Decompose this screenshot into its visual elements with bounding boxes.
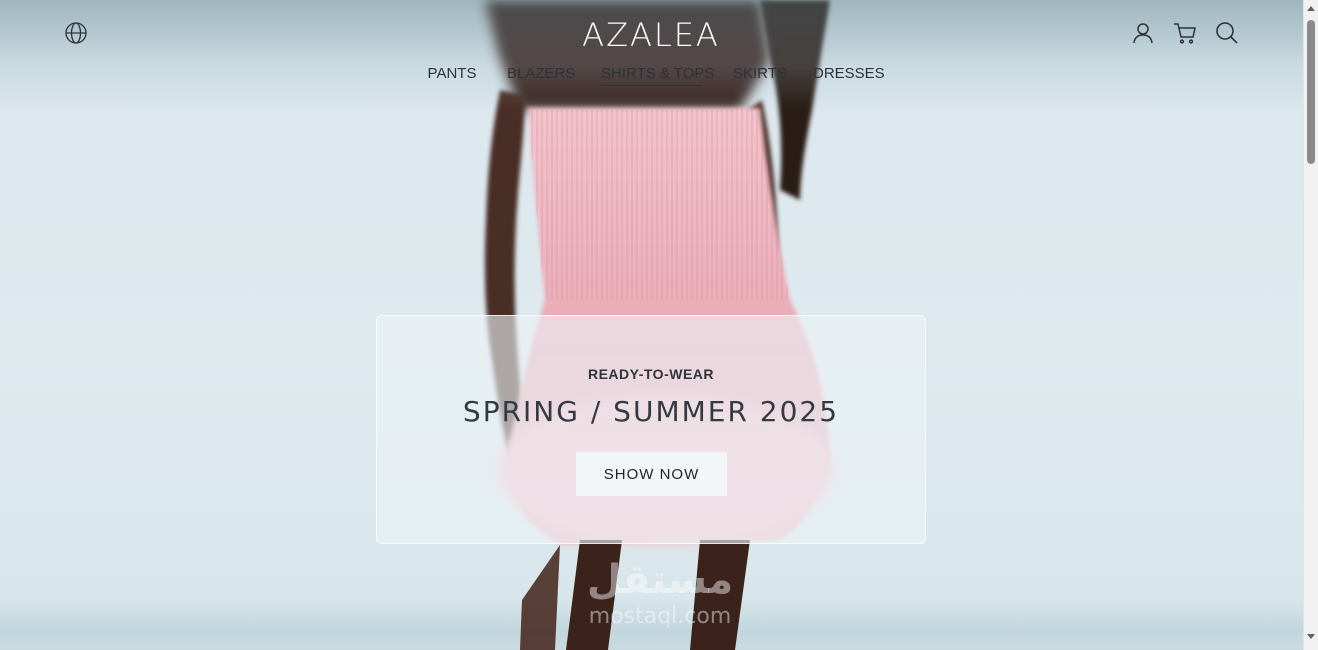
vertical-scrollbar[interactable]	[1303, 0, 1318, 650]
brand-logo[interactable]: AZALEA	[551, 15, 751, 55]
hero-card: READY-TO-WEAR SPRING / SUMMER 2025 SHOW …	[376, 315, 926, 544]
nav-item-shirts-tops[interactable]: SHIRTS & TOPS	[601, 64, 714, 86]
hero-eyebrow: READY-TO-WEAR	[587, 366, 715, 382]
scroll-down-arrow-icon[interactable]	[1307, 634, 1315, 639]
watermark: مستقل mostaql.com	[560, 558, 760, 630]
show-now-button[interactable]: SHOW NOW	[576, 452, 727, 496]
scroll-up-arrow-icon[interactable]	[1307, 6, 1315, 11]
nav-item-pants[interactable]: PANTS	[425, 64, 479, 84]
main-nav: PANTS BLAZERS SHIRTS & TOPS SKIRTS DRESS…	[0, 64, 1303, 88]
cart-icon[interactable]	[1172, 21, 1198, 45]
nav-item-dresses[interactable]: DRESSES	[813, 64, 885, 84]
hero-banner: AZALEA PANTS BLAZERS SHIRTS & TOPS SKIRT…	[0, 0, 1303, 650]
search-icon[interactable]	[1214, 21, 1240, 45]
user-icon[interactable]	[1131, 21, 1155, 45]
nav-item-blazers[interactable]: BLAZERS	[507, 64, 575, 84]
scrollbar-thumb[interactable]	[1307, 20, 1315, 164]
watermark-arabic: مستقل	[586, 557, 734, 603]
globe-icon[interactable]	[64, 21, 88, 45]
watermark-latin: mostaql.com	[588, 604, 732, 629]
nav-item-skirts[interactable]: SKIRTS	[733, 64, 787, 84]
hero-headline: SPRING / SUMMER 2025	[462, 395, 840, 428]
